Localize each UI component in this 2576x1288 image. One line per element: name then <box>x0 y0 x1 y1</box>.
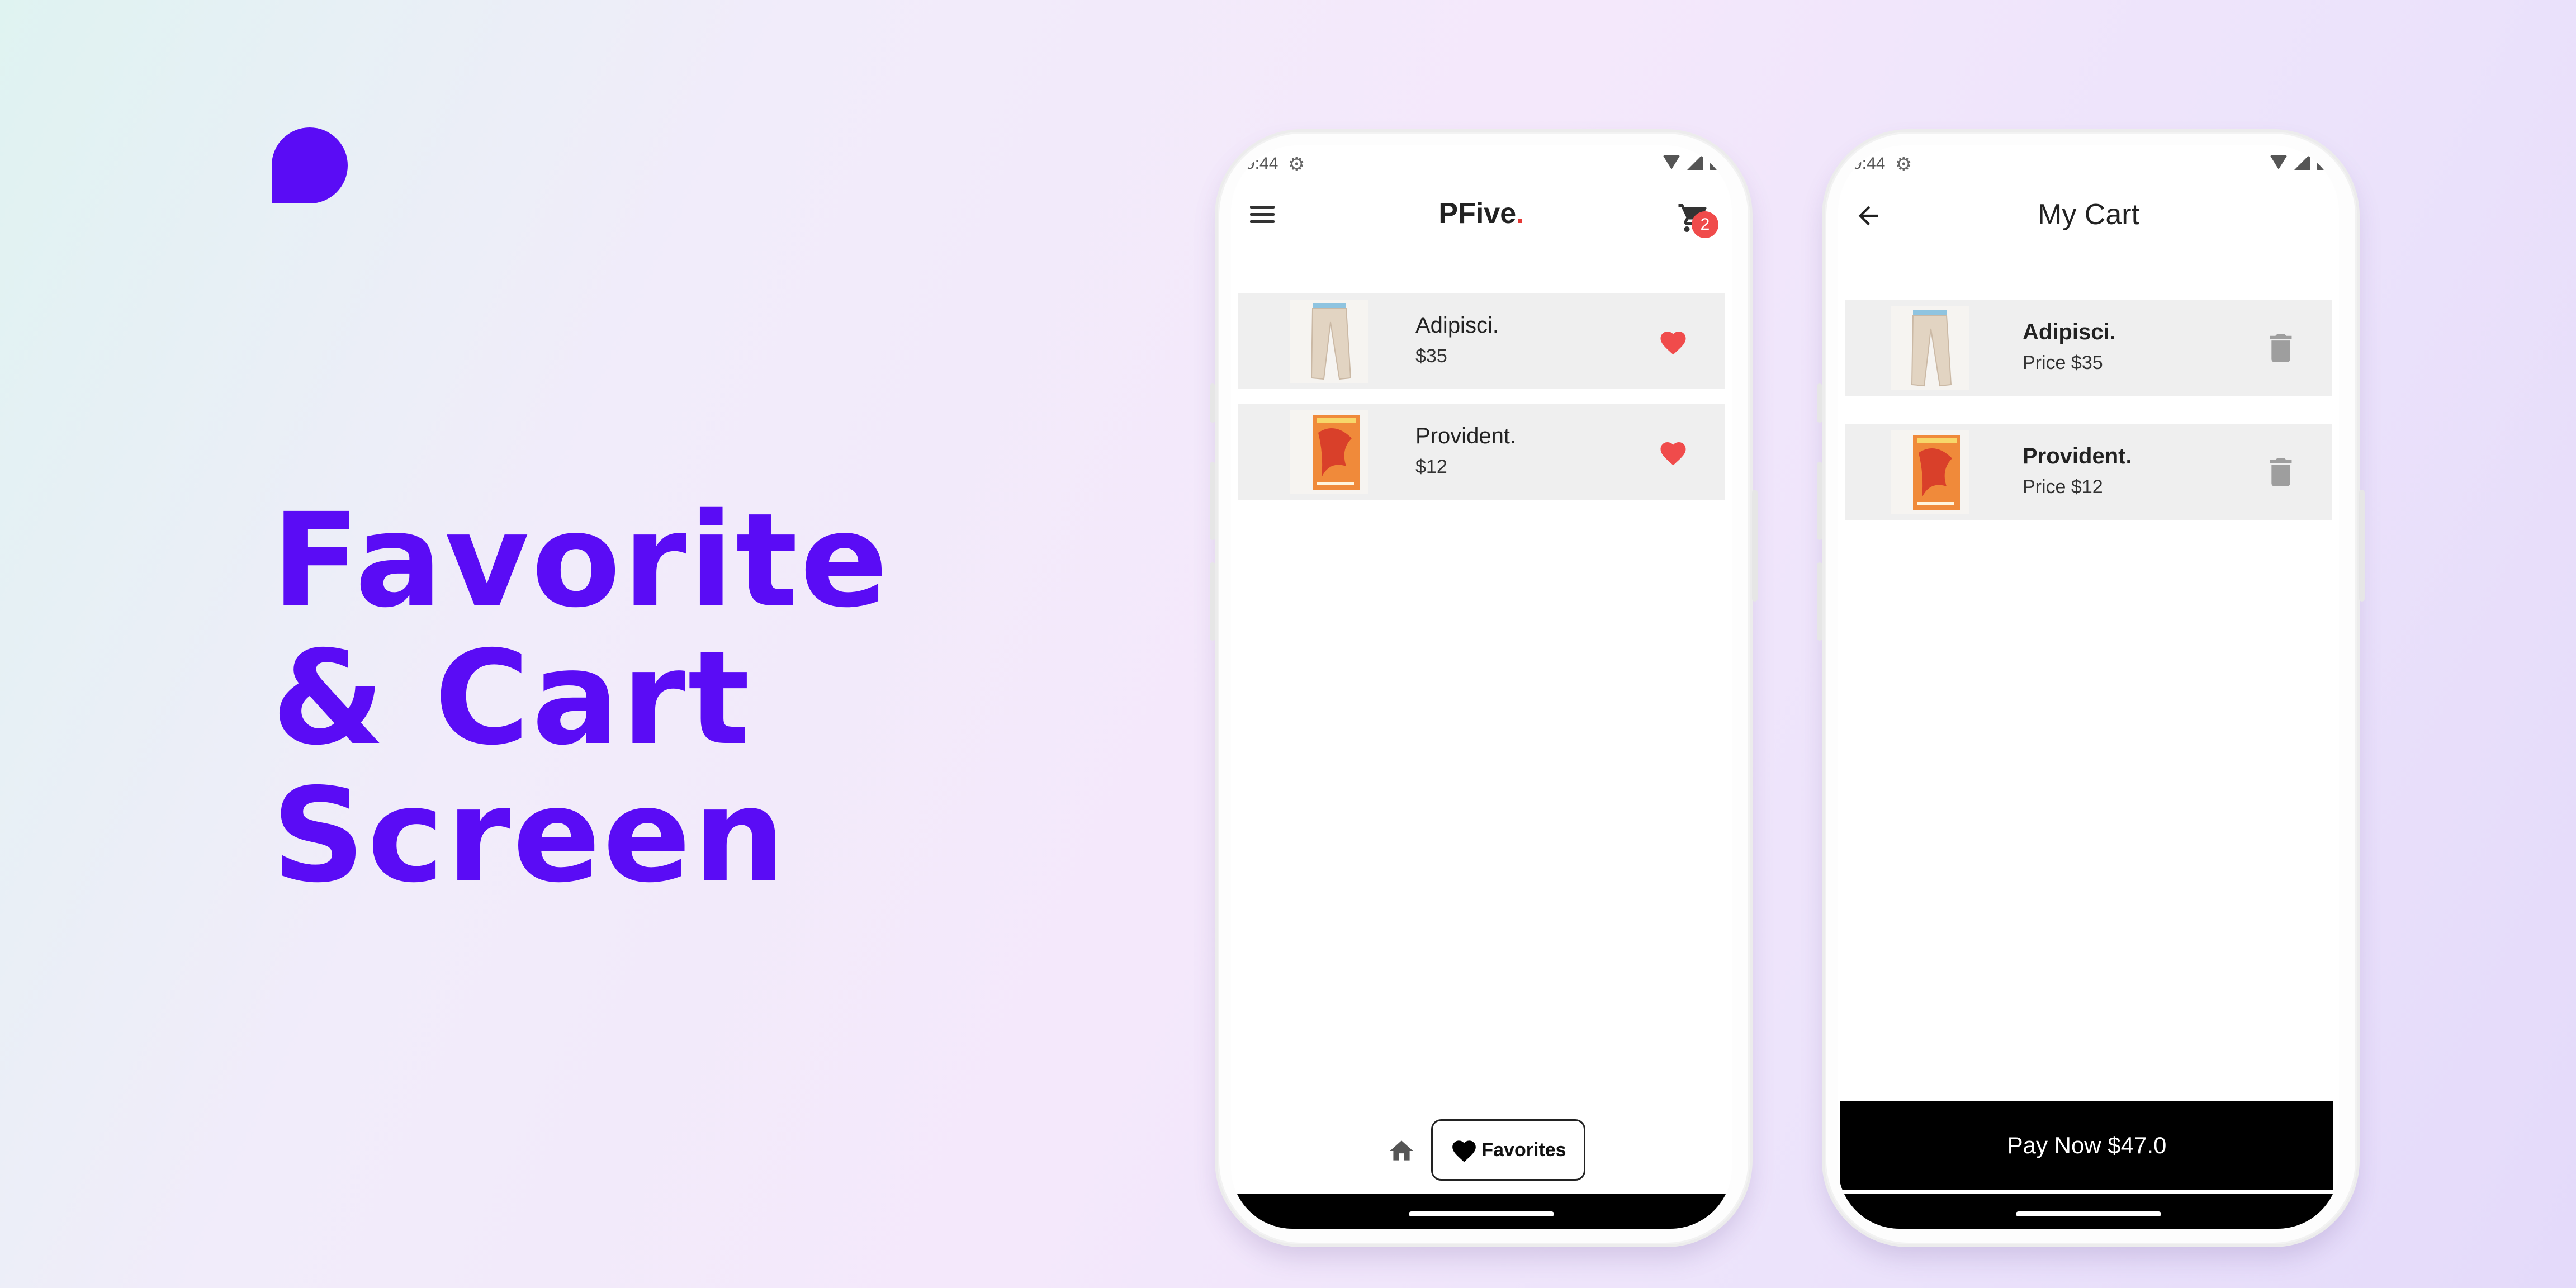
item-name: Provident. <box>2023 444 2132 468</box>
phone-side-button <box>1210 462 1215 540</box>
brand-name: PFive <box>1438 197 1517 230</box>
book-cover-thumbnail <box>1290 410 1368 494</box>
item-name: Provident. <box>1415 424 1517 448</box>
headline-line-2: & Cart <box>272 623 752 774</box>
phone-side-button <box>1752 490 1758 602</box>
gesture-area <box>1231 1194 1732 1229</box>
signal-icon <box>2294 154 2310 170</box>
favorite-item[interactable]: Adipisci. $35 <box>1238 293 1725 389</box>
cart-button[interactable]: 2 <box>1677 198 1718 238</box>
page-title: My Cart <box>2038 198 2139 231</box>
cart-count-badge: 2 <box>1692 211 1718 238</box>
home-gesture-bar[interactable] <box>1409 1211 1554 1216</box>
phone-side-button <box>1210 562 1215 641</box>
status-bar: 9:44 ⚙ <box>1838 145 2339 179</box>
item-name: Adipisci. <box>1415 313 1499 338</box>
brand-dot: . <box>1516 197 1524 230</box>
heart-icon[interactable] <box>1658 438 1688 466</box>
signal-icon <box>1687 154 1703 170</box>
cart-item: Adipisci. Price $35 <box>1845 300 2332 396</box>
item-name: Adipisci. <box>2023 320 2116 344</box>
pay-now-button[interactable]: Pay Now $47.0 <box>1840 1101 2333 1190</box>
settings-icon: ⚙ <box>1288 154 1305 175</box>
gesture-area <box>1838 1194 2339 1229</box>
cart-screen: 9:44 ⚙ My Cart Adipisci. Price $35 Provi… <box>1838 145 2339 1229</box>
status-time: 9:44 <box>1246 154 1278 173</box>
status-bar: 9:44 ⚙ <box>1231 145 1732 179</box>
phone-side-button <box>1817 383 1822 423</box>
wifi-icon <box>1663 155 1680 169</box>
cart-item: Provident. Price $12 <box>1845 424 2332 520</box>
status-time: 9:44 <box>1853 154 1886 173</box>
battery-icon <box>1710 154 1717 170</box>
heart-icon[interactable] <box>1658 328 1688 356</box>
phone-side-button <box>1210 383 1215 423</box>
battery-icon <box>2317 154 2324 170</box>
phone-side-button <box>1817 462 1822 540</box>
brand-title: PFive. <box>1231 197 1732 230</box>
favorites-tab-label: Favorites <box>1481 1139 1566 1161</box>
brand-logo-icon <box>272 127 348 203</box>
home-icon[interactable] <box>1388 1137 1415 1165</box>
phone-favorites: 9:44 ⚙ PFive. 2 Adipisci. $35 Provident.… <box>1210 132 1758 1244</box>
settings-icon: ⚙ <box>1895 154 1912 175</box>
phone-cart: 9:44 ⚙ My Cart Adipisci. Price $35 Provi… <box>1817 132 2365 1244</box>
wifi-icon <box>2270 155 2288 169</box>
bottom-navigation: Favorites <box>1231 1119 1732 1181</box>
trousers-thumbnail <box>1290 300 1368 383</box>
app-bar: PFive. 2 <box>1231 179 1732 246</box>
headline-line-3: Screen <box>272 760 788 911</box>
item-price: $12 <box>1415 456 1447 477</box>
app-bar: My Cart <box>1838 179 2339 246</box>
trash-icon[interactable] <box>2270 458 2292 486</box>
phone-side-button <box>2359 490 2365 602</box>
item-price: $35 <box>1415 345 1447 367</box>
trousers-thumbnail <box>1891 306 1969 390</box>
favorites-tab[interactable]: Favorites <box>1431 1119 1585 1181</box>
item-price: Price $35 <box>2023 352 2103 373</box>
favorites-screen: 9:44 ⚙ PFive. 2 Adipisci. $35 Provident.… <box>1231 145 1732 1229</box>
favorite-item[interactable]: Provident. $12 <box>1238 404 1725 500</box>
phone-side-button <box>1817 562 1822 641</box>
heart-icon <box>1452 1140 1476 1162</box>
trash-icon[interactable] <box>2270 334 2292 362</box>
item-price: Price $12 <box>2023 476 2103 498</box>
headline: Favorite & Cart Screen <box>272 492 890 905</box>
home-gesture-bar[interactable] <box>2016 1211 2161 1216</box>
book-cover-thumbnail <box>1891 430 1969 514</box>
headline-line-1: Favorite <box>272 485 891 636</box>
